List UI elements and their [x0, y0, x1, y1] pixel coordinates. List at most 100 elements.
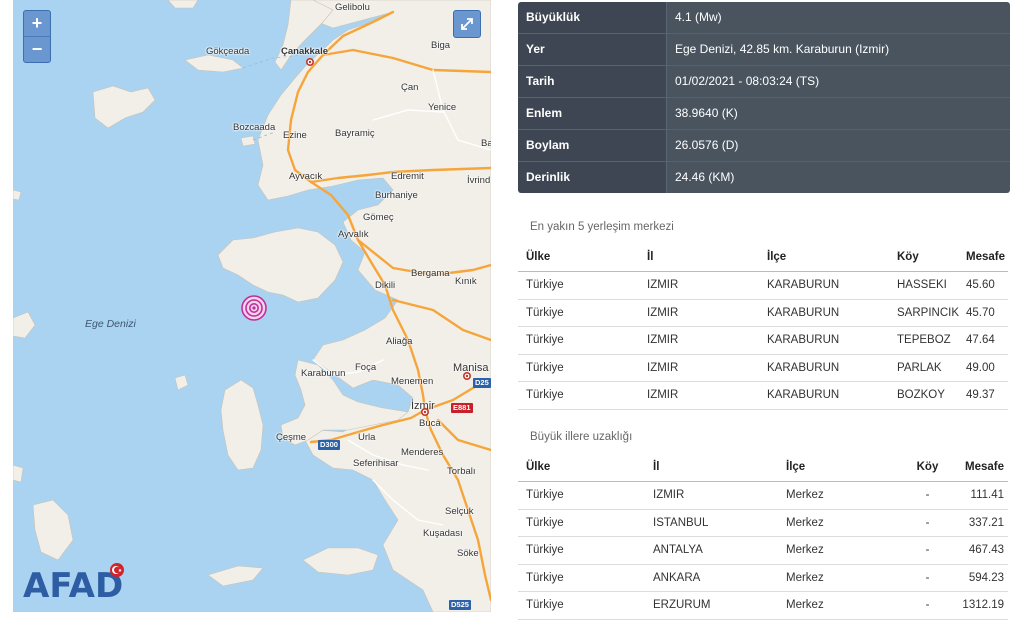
detail-row-location: Yer Ege Denizi, 42.85 km. Karaburun (Izm…: [518, 34, 1010, 66]
column-header: Ülke: [526, 461, 551, 473]
cell-country: Türkiye: [526, 306, 564, 319]
cell-village: -: [925, 516, 930, 529]
cell-country: Türkiye: [526, 599, 564, 612]
detail-row-latitude: Enlem 38.9640 (K): [518, 98, 1010, 130]
column-header: İl: [647, 251, 654, 263]
detail-label: Enlem: [518, 98, 666, 129]
cell-province: IZMIR: [653, 489, 685, 502]
cell-district: KARABURUN: [767, 361, 840, 374]
cell-village: BOZKOY: [897, 389, 945, 402]
detail-row-date: Tarih 01/02/2021 - 08:03:24 (TS): [518, 66, 1010, 98]
zoom-control: + −: [23, 10, 51, 63]
cell-country: Türkiye: [526, 489, 564, 502]
detail-row-magnitude: Büyüklük 4.1 (Mw): [518, 2, 1010, 34]
table-row: Türkiye ERZURUM Merkez - 1312.19: [518, 592, 1008, 620]
cell-distance: 45.60: [966, 279, 995, 292]
cell-village: SARPINCIK: [897, 306, 959, 319]
cell-district: Merkez: [786, 544, 824, 557]
detail-label: Boylam: [518, 130, 666, 161]
detail-label: Derinlik: [518, 162, 666, 193]
cell-distance: 467.43: [968, 544, 1004, 557]
fullscreen-button[interactable]: [453, 10, 481, 38]
expand-arrows-icon: [461, 18, 473, 30]
cell-distance: 594.23: [968, 571, 1004, 584]
detail-value: 01/02/2021 - 08:03:24 (TS): [666, 66, 1010, 97]
table-row: Türkiye ISTANBUL Merkez - 337.21: [518, 510, 1008, 537]
table-header: Ülke İl İlçe Köy Mesafe: [518, 453, 1008, 482]
earthquake-details: Büyüklük 4.1 (Mw) Yer Ege Denizi, 42.85 …: [518, 2, 1010, 193]
nearest-settlements-title: En yakın 5 yerleşim merkezi: [530, 221, 674, 233]
detail-value: 24.46 (KM): [666, 162, 1010, 193]
cell-district: KARABURUN: [767, 306, 840, 319]
cell-district: Merkez: [786, 489, 824, 502]
detail-value: 26.0576 (D): [666, 130, 1010, 161]
earthquake-map[interactable]: Gelibolu Gökçeada Çanakkale Biga Çan Yen…: [13, 0, 491, 612]
cell-province: IZMIR: [647, 334, 679, 347]
cell-distance: 47.64: [966, 334, 995, 347]
cell-district: Merkez: [786, 516, 824, 529]
cell-country: Türkiye: [526, 516, 564, 529]
detail-label: Büyüklük: [518, 2, 666, 33]
cell-country: Türkiye: [526, 544, 564, 557]
cell-distance: 337.21: [968, 516, 1004, 529]
table-header: Ülke İl İlçe Köy Mesafe: [518, 243, 1008, 272]
table-row: Türkiye IZMIR KARABURUN BOZKOY 49.37: [518, 382, 1008, 410]
table-row: Türkiye IZMIR KARABURUN SARPINCIK 45.70: [518, 300, 1008, 327]
column-header: İlçe: [767, 251, 787, 263]
cell-village: -: [925, 571, 930, 584]
table-row: Türkiye IZMIR KARABURUN PARLAK 49.00: [518, 355, 1008, 382]
cell-country: Türkiye: [526, 334, 564, 347]
turkish-flag-icon: [110, 563, 124, 577]
cell-province: ANTALYA: [653, 544, 703, 557]
column-header: Mesafe: [966, 251, 1005, 263]
cell-village: -: [925, 544, 930, 557]
table-row: Türkiye IZMIR Merkez - 111.41: [518, 482, 1008, 510]
cell-province: IZMIR: [647, 389, 679, 402]
detail-label: Tarih: [518, 66, 666, 97]
cell-distance: 49.00: [966, 361, 995, 374]
table-row: Türkiye IZMIR KARABURUN TEPEBOZ 47.64: [518, 327, 1008, 355]
detail-label: Yer: [518, 34, 666, 65]
cell-province: IZMIR: [647, 279, 679, 292]
cell-district: Merkez: [786, 571, 824, 584]
table-row: Türkiye ANKARA Merkez - 594.23: [518, 565, 1008, 592]
detail-row-depth: Derinlik 24.46 (KM): [518, 162, 1010, 193]
cell-province: ISTANBUL: [653, 516, 709, 529]
cell-district: KARABURUN: [767, 279, 840, 292]
detail-row-longitude: Boylam 26.0576 (D): [518, 130, 1010, 162]
table-row: Türkiye ANTALYA Merkez - 467.43: [518, 537, 1008, 565]
cell-province: ERZURUM: [653, 599, 711, 612]
zoom-in-button[interactable]: +: [24, 11, 50, 36]
table-row: Türkiye IZMIR KARABURUN HASSEKI 45.60: [518, 272, 1008, 300]
cell-distance: 111.41: [970, 489, 1004, 502]
detail-value: Ege Denizi, 42.85 km. Karaburun (Izmir): [666, 34, 1010, 65]
cell-distance: 45.70: [966, 306, 995, 319]
cell-country: Türkiye: [526, 571, 564, 584]
detail-value: 38.9640 (K): [666, 98, 1010, 129]
detail-value: 4.1 (Mw): [666, 2, 1010, 33]
cell-district: Merkez: [786, 599, 824, 612]
cell-distance: 1312.19: [962, 599, 1004, 612]
column-header: Mesafe: [965, 461, 1004, 473]
cell-distance: 49.37: [966, 389, 995, 402]
major-cities-table: Ülke İl İlçe Köy Mesafe Türkiye IZMIR Me…: [518, 453, 1008, 620]
cell-province: ANKARA: [653, 571, 701, 584]
column-header: İl: [653, 461, 660, 473]
cell-village: HASSEKI: [897, 279, 947, 292]
cell-country: Türkiye: [526, 389, 564, 402]
column-header: İlçe: [786, 461, 806, 473]
column-header: Köy: [897, 251, 919, 263]
cell-country: Türkiye: [526, 361, 564, 374]
cell-village: TEPEBOZ: [897, 334, 951, 347]
cell-district: KARABURUN: [767, 389, 840, 402]
major-cities-title: Büyük illere uzaklığı: [530, 431, 633, 443]
cell-village: -: [925, 599, 930, 612]
cell-district: KARABURUN: [767, 334, 840, 347]
nearest-settlements-table: Ülke İl İlçe Köy Mesafe Türkiye IZMIR KA…: [518, 243, 1008, 410]
cell-province: IZMIR: [647, 306, 679, 319]
cell-village: -: [925, 489, 930, 502]
zoom-out-button[interactable]: −: [24, 36, 50, 62]
cell-village: PARLAK: [897, 361, 942, 374]
earthquake-epicenter-marker[interactable]: [241, 295, 267, 321]
column-header: Köy: [916, 461, 939, 473]
